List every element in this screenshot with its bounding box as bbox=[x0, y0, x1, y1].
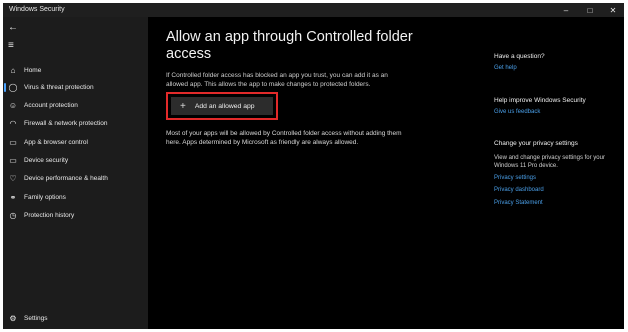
main-content: Allow an app through Controlled folder a… bbox=[148, 17, 624, 329]
improve-heading: Help improve Windows Security bbox=[494, 97, 586, 104]
sidebar-item-settings[interactable]: ⚙ Settings bbox=[3, 311, 148, 325]
windows-security-window: Windows Security – □ ✕ ← ≡ ⌂ Home ◯ Viru… bbox=[3, 3, 624, 329]
add-allowed-app-button[interactable]: + Add an allowed app bbox=[171, 97, 273, 115]
sidebar-item-app-browser-control[interactable]: ▭ App & browser control bbox=[3, 134, 148, 151]
hamburger-menu-icon[interactable]: ≡ bbox=[8, 40, 14, 51]
sidebar-item-label: Device security bbox=[24, 157, 69, 164]
feedback-link[interactable]: Give us feedback bbox=[494, 109, 540, 115]
sidebar-item-label: Account protection bbox=[24, 102, 78, 109]
sidebar-item-label: Settings bbox=[24, 314, 48, 322]
privacy-heading: Change your privacy settings bbox=[494, 140, 578, 147]
minimize-button[interactable]: – bbox=[555, 3, 577, 17]
sidebar-item-firewall[interactable]: ◠ Firewall & network protection bbox=[3, 115, 148, 132]
sidebar-item-label: Home bbox=[24, 67, 42, 74]
sidebar-item-label: App & browser control bbox=[24, 139, 88, 146]
window-title: Windows Security bbox=[9, 6, 65, 13]
privacy-dashboard-link[interactable]: Privacy dashboard bbox=[494, 187, 544, 193]
heart-icon: ♡ bbox=[9, 174, 17, 183]
highlight-box: + Add an allowed app bbox=[166, 92, 278, 120]
sidebar-item-device-security[interactable]: ▭ Device security bbox=[3, 152, 148, 169]
sidebar-item-label: Virus & threat protection bbox=[24, 84, 94, 91]
sidebar-item-label: Family options bbox=[24, 194, 66, 201]
sidebar-item-virus-threat-protection[interactable]: ◯ Virus & threat protection bbox=[3, 79, 148, 96]
person-icon: ☺ bbox=[8, 101, 18, 110]
app-window-icon: ▭ bbox=[9, 138, 17, 147]
sidebar-item-device-performance[interactable]: ♡ Device performance & health bbox=[3, 170, 148, 187]
info-note: Most of your apps will be allowed by Con… bbox=[166, 130, 402, 146]
get-help-link[interactable]: Get help bbox=[494, 65, 517, 71]
question-heading: Have a question? bbox=[494, 53, 545, 60]
sidebar-item-protection-history[interactable]: ◷ Protection history bbox=[3, 207, 148, 224]
sidebar-item-label: Protection history bbox=[24, 212, 75, 219]
plus-icon: + bbox=[180, 100, 186, 112]
sidebar-item-label: Firewall & network protection bbox=[24, 120, 108, 127]
laptop-icon: ▭ bbox=[9, 156, 17, 165]
maximize-button[interactable]: □ bbox=[579, 3, 601, 17]
page-title: Allow an app through Controlled folder a… bbox=[166, 29, 413, 62]
back-arrow-icon[interactable]: ← bbox=[8, 22, 18, 33]
wifi-icon: ◠ bbox=[9, 119, 17, 128]
sidebar: ← ≡ ⌂ Home ◯ Virus & threat protection ☺… bbox=[3, 17, 148, 329]
sidebar-item-label: Device performance & health bbox=[24, 175, 108, 182]
sidebar-item-family-options[interactable]: ⚭ Family options bbox=[3, 189, 148, 206]
privacy-statement-link[interactable]: Privacy Statement bbox=[494, 200, 543, 206]
add-allowed-app-label: Add an allowed app bbox=[194, 102, 255, 110]
close-button[interactable]: ✕ bbox=[602, 3, 624, 17]
history-icon: ◷ bbox=[9, 211, 17, 220]
home-icon: ⌂ bbox=[10, 66, 16, 75]
sidebar-item-account-protection[interactable]: ☺ Account protection bbox=[3, 97, 148, 114]
privacy-text: View and change privacy settings for you… bbox=[494, 155, 605, 169]
page-description: If Controlled folder access has blocked … bbox=[166, 72, 388, 88]
privacy-settings-link[interactable]: Privacy settings bbox=[494, 175, 536, 181]
family-icon: ⚭ bbox=[9, 193, 17, 202]
title-bar: Windows Security – □ ✕ bbox=[3, 3, 624, 17]
shield-icon: ◯ bbox=[8, 83, 18, 92]
sidebar-item-home[interactable]: ⌂ Home bbox=[3, 62, 148, 79]
gear-icon: ⚙ bbox=[9, 313, 17, 323]
